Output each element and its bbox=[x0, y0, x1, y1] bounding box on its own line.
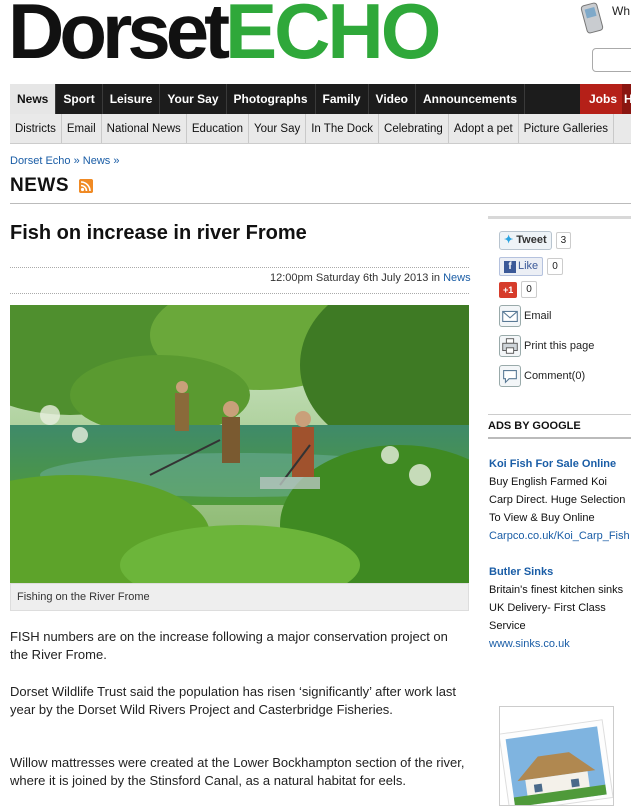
ad-title[interactable]: Butler Sinks bbox=[489, 563, 631, 581]
section-divider bbox=[10, 203, 631, 204]
twitter-bird-icon: ✦ bbox=[504, 234, 514, 246]
like-count: 0 bbox=[547, 258, 563, 275]
nav-photographs[interactable]: Photographs bbox=[227, 84, 316, 114]
subnav-celebrating[interactable]: Celebrating bbox=[379, 114, 449, 143]
breadcrumb[interactable]: Dorset Echo » News » bbox=[10, 155, 119, 167]
subnav-picture-galleries[interactable]: Picture Galleries bbox=[519, 114, 615, 143]
logo-echo: ECHO bbox=[225, 0, 441, 75]
comment-label: Comment(0) bbox=[524, 370, 586, 382]
sidebar-top-rule bbox=[488, 216, 631, 219]
ad-line: Britain's finest kitchen sinks bbox=[489, 584, 624, 596]
logo-dorset: Dorset bbox=[8, 0, 230, 75]
ad-url[interactable]: Carpco.co.uk/Koi_Carp_Fish bbox=[489, 527, 631, 545]
email-label: Email bbox=[524, 310, 552, 322]
ad-url[interactable]: www.sinks.co.uk bbox=[489, 635, 631, 653]
ad-line: Service bbox=[489, 620, 526, 632]
article-dateline: 12:00pm Saturday 6th July 2013 in News bbox=[270, 272, 471, 284]
gplus-count: 0 bbox=[521, 281, 537, 298]
search-input[interactable] bbox=[592, 48, 631, 72]
envelope-icon bbox=[499, 305, 521, 327]
print-label: Print this page bbox=[524, 340, 595, 352]
article-paragraph: Willow mattresses were created at the Lo… bbox=[10, 755, 465, 788]
comment-bubble-icon bbox=[499, 365, 521, 387]
primary-nav: News Sport Leisure Your Say Photographs … bbox=[10, 84, 631, 114]
ad-item[interactable]: Koi Fish For Sale Online Buy English Far… bbox=[489, 455, 631, 545]
article-category-link[interactable]: News bbox=[443, 272, 471, 284]
tweet-label: Tweet bbox=[516, 234, 547, 246]
printer-icon bbox=[499, 335, 521, 357]
subnav-your-say[interactable]: Your Say bbox=[249, 114, 307, 143]
nav-news[interactable]: News bbox=[10, 84, 57, 114]
article-photo[interactable] bbox=[10, 305, 469, 583]
site-logo[interactable]: DorsetECHO bbox=[8, 0, 441, 70]
subnav-in-the-dock[interactable]: In The Dock bbox=[306, 114, 380, 143]
sidebar-cottage-image[interactable] bbox=[499, 706, 614, 806]
rss-icon[interactable] bbox=[79, 179, 93, 193]
secondary-nav: Districts Email National News Education … bbox=[10, 114, 631, 144]
mobile-phone-icon[interactable] bbox=[578, 2, 608, 34]
like-label: Like bbox=[518, 260, 539, 272]
subnav-national-news[interactable]: National News bbox=[102, 114, 187, 143]
subnav-adopt-a-pet[interactable]: Adopt a pet bbox=[449, 114, 519, 143]
ad-line: UK Delivery- First Class bbox=[489, 602, 606, 614]
facebook-like-button[interactable]: f Like bbox=[499, 257, 544, 276]
nav-announcements[interactable]: Announcements bbox=[416, 84, 526, 114]
nav-video[interactable]: Video bbox=[369, 84, 417, 114]
nav-family[interactable]: Family bbox=[316, 84, 369, 114]
nav-overflow[interactable]: H bbox=[622, 84, 631, 114]
ad-line: Buy English Farmed Koi bbox=[489, 476, 607, 488]
print-link[interactable]: Print this page bbox=[499, 335, 594, 357]
subnav-districts[interactable]: Districts bbox=[10, 114, 62, 143]
tweet-button[interactable]: ✦ Tweet bbox=[499, 231, 552, 250]
ad-line: Carp Direct. Huge Selection bbox=[489, 494, 626, 506]
headline-divider bbox=[10, 267, 469, 268]
article-paragraph: FISH numbers are on the increase followi… bbox=[10, 629, 448, 662]
masthead: DorsetECHO Wh bbox=[0, 0, 631, 84]
nav-your-say[interactable]: Your Say bbox=[160, 84, 227, 114]
dateline-divider bbox=[10, 293, 469, 294]
nav-leisure[interactable]: Leisure bbox=[103, 84, 161, 114]
facebook-icon: f bbox=[504, 261, 516, 273]
tweet-count: 3 bbox=[555, 232, 572, 249]
ad-item[interactable]: Butler Sinks Britain's finest kitchen si… bbox=[489, 563, 631, 653]
promo-text[interactable]: Wh bbox=[612, 4, 630, 18]
article-timestamp: 12:00pm Saturday 6th July 2013 in bbox=[270, 272, 441, 284]
photo-caption: Fishing on the River Frome bbox=[10, 583, 469, 611]
comment-link[interactable]: Comment(0) bbox=[499, 365, 585, 387]
tweet-widget: ✦ Tweet 3 bbox=[499, 231, 572, 250]
article-headline: Fish on increase in river Frome bbox=[10, 222, 307, 244]
email-link[interactable]: Email bbox=[499, 305, 552, 327]
ads-heading: ADS BY GOOGLE bbox=[488, 420, 581, 432]
nav-sport[interactable]: Sport bbox=[56, 84, 103, 114]
ad-title[interactable]: Koi Fish For Sale Online bbox=[489, 455, 631, 473]
google-plus-widget: +1 0 bbox=[499, 281, 537, 298]
ads-heading-rule bbox=[488, 437, 631, 439]
subnav-education[interactable]: Education bbox=[187, 114, 249, 143]
ads-top-rule bbox=[488, 414, 631, 415]
google-plus-button[interactable]: +1 bbox=[499, 281, 518, 298]
section-title: NEWS bbox=[10, 175, 69, 196]
subnav-email[interactable]: Email bbox=[62, 114, 102, 143]
nav-jobs[interactable]: Jobs bbox=[580, 84, 627, 114]
ad-line: To View & Buy Online bbox=[489, 512, 595, 524]
facebook-widget: f Like 0 bbox=[499, 257, 563, 276]
article-paragraph: Dorset Wildlife Trust said the populatio… bbox=[10, 684, 457, 717]
